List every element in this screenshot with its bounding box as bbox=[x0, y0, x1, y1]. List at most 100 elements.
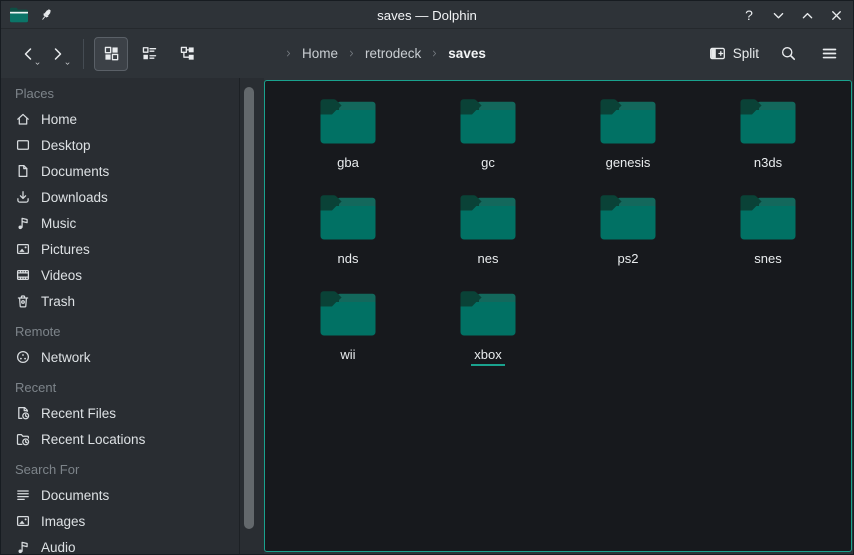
folder-view: gba gc genesis n3ds nds nes ps2 snes wii xbox bbox=[264, 80, 852, 552]
hamburger-menu-icon bbox=[821, 45, 838, 62]
folder-icon bbox=[598, 97, 658, 147]
folder-label: nds bbox=[335, 251, 362, 270]
toolbar: Home retrodeck saves Split bbox=[1, 29, 853, 78]
split-button[interactable]: Split bbox=[709, 45, 759, 62]
maximize-button[interactable] bbox=[798, 6, 816, 24]
section-header: Remote bbox=[1, 318, 239, 344]
breadcrumb: Home retrodeck saves bbox=[284, 46, 486, 61]
folder-icon bbox=[458, 97, 518, 147]
scrollbar-thumb[interactable] bbox=[244, 87, 254, 529]
pin-icon[interactable] bbox=[38, 7, 54, 23]
recent-file-icon bbox=[15, 405, 31, 421]
folder-wii[interactable]: wii bbox=[278, 289, 418, 385]
chevron-right-icon bbox=[284, 49, 293, 58]
sidebar-item-images[interactable]: Images bbox=[1, 508, 239, 534]
sidebar-item-network[interactable]: Network bbox=[1, 344, 239, 370]
split-button-label: Split bbox=[733, 46, 759, 61]
sidebar-item-label: Music bbox=[41, 216, 76, 231]
close-button[interactable] bbox=[827, 6, 845, 24]
sidebar-item-label: Images bbox=[41, 514, 85, 529]
folder-snes[interactable]: snes bbox=[698, 193, 838, 289]
folder-label: gc bbox=[478, 155, 498, 174]
image-icon bbox=[15, 241, 31, 257]
sidebar-item-home[interactable]: Home bbox=[1, 106, 239, 132]
help-button[interactable]: ? bbox=[740, 6, 758, 24]
forward-button[interactable] bbox=[43, 38, 73, 70]
back-button[interactable] bbox=[13, 38, 43, 70]
section-header: Search For bbox=[1, 456, 239, 482]
sidebar-item-label: Documents bbox=[41, 488, 109, 503]
search-button[interactable] bbox=[776, 42, 800, 66]
folder-grid: gba gc genesis n3ds nds nes ps2 snes wii xbox bbox=[265, 81, 844, 385]
folder-label: snes bbox=[751, 251, 784, 270]
breadcrumb-item-saves[interactable]: saves bbox=[448, 46, 486, 61]
text-lines-icon bbox=[15, 487, 31, 503]
folder-icon bbox=[318, 289, 378, 339]
sidebar-item-recent-locations[interactable]: Recent Locations bbox=[1, 426, 239, 452]
folder-nes[interactable]: nes bbox=[418, 193, 558, 289]
sidebar-item-trash[interactable]: Trash bbox=[1, 288, 239, 314]
trash-icon bbox=[15, 293, 31, 309]
sidebar-item-recent-files[interactable]: Recent Files bbox=[1, 400, 239, 426]
menu-button[interactable] bbox=[817, 42, 841, 66]
folder-genesis[interactable]: genesis bbox=[558, 97, 698, 193]
sidebar-item-pictures[interactable]: Pictures bbox=[1, 236, 239, 262]
folder-nds[interactable]: nds bbox=[278, 193, 418, 289]
sidebar-item-label: Recent Files bbox=[41, 406, 116, 421]
sidebar-item-audio[interactable]: Audio bbox=[1, 534, 239, 554]
split-view-icon bbox=[709, 45, 726, 62]
breadcrumb-item-home[interactable]: Home bbox=[302, 46, 338, 61]
folder-icon bbox=[738, 97, 798, 147]
sidebar-item-documents[interactable]: Documents bbox=[1, 158, 239, 184]
icons-view-icon bbox=[103, 45, 120, 62]
sidebar-item-music[interactable]: Music bbox=[1, 210, 239, 236]
content-area: Places Home Desktop Documents Downloads Music… bbox=[1, 78, 853, 554]
recent-folder-icon bbox=[15, 431, 31, 447]
places-panel: Places Home Desktop Documents Downloads Music… bbox=[1, 78, 239, 554]
chevron-right-icon bbox=[430, 49, 439, 58]
folder-label: nes bbox=[475, 251, 502, 270]
folder-icon bbox=[738, 193, 798, 243]
sidebar-item-label: Desktop bbox=[41, 138, 91, 153]
sidebar-item-label: Videos bbox=[41, 268, 82, 283]
section-header: Recent bbox=[1, 374, 239, 400]
details-view-button[interactable] bbox=[170, 37, 204, 71]
sidebar-item-desktop[interactable]: Desktop bbox=[1, 132, 239, 158]
folder-icon bbox=[318, 193, 378, 243]
image-icon bbox=[15, 513, 31, 529]
film-icon bbox=[15, 267, 31, 283]
icons-view-button[interactable] bbox=[94, 37, 128, 71]
sidebar-item-label: Downloads bbox=[41, 190, 108, 205]
folder-icon bbox=[458, 193, 518, 243]
breadcrumb-item-retrodeck[interactable]: retrodeck bbox=[365, 46, 421, 61]
section-header: Places bbox=[1, 80, 239, 106]
folder-xbox[interactable]: xbox bbox=[418, 289, 558, 385]
folder-gc[interactable]: gc bbox=[418, 97, 558, 193]
desktop-icon bbox=[15, 137, 31, 153]
document-icon bbox=[15, 163, 31, 179]
folder-icon bbox=[598, 193, 658, 243]
sidebar-item-label: Recent Locations bbox=[41, 432, 145, 447]
sidebar-item-documents[interactable]: Documents bbox=[1, 482, 239, 508]
sidebar-item-label: Documents bbox=[41, 164, 109, 179]
network-icon bbox=[15, 349, 31, 365]
music-note-icon bbox=[15, 215, 31, 231]
folder-icon bbox=[318, 97, 378, 147]
titlebar: saves — Dolphin ? bbox=[1, 1, 853, 29]
minimize-button[interactable] bbox=[769, 6, 787, 24]
folder-label: n3ds bbox=[751, 155, 785, 174]
sidebar-item-label: Network bbox=[41, 350, 91, 365]
toolbar-separator bbox=[83, 39, 84, 69]
sidebar-item-downloads[interactable]: Downloads bbox=[1, 184, 239, 210]
compact-view-button[interactable] bbox=[132, 37, 166, 71]
chevron-right-icon bbox=[347, 49, 356, 58]
folder-label: xbox bbox=[471, 347, 504, 366]
folder-gba[interactable]: gba bbox=[278, 97, 418, 193]
sidebar-item-label: Home bbox=[41, 112, 77, 127]
sidebar-item-videos[interactable]: Videos bbox=[1, 262, 239, 288]
folder-label: ps2 bbox=[615, 251, 642, 270]
folder-ps2[interactable]: ps2 bbox=[558, 193, 698, 289]
home-icon bbox=[15, 111, 31, 127]
folder-n3ds[interactable]: n3ds bbox=[698, 97, 838, 193]
folder-label: genesis bbox=[603, 155, 654, 174]
